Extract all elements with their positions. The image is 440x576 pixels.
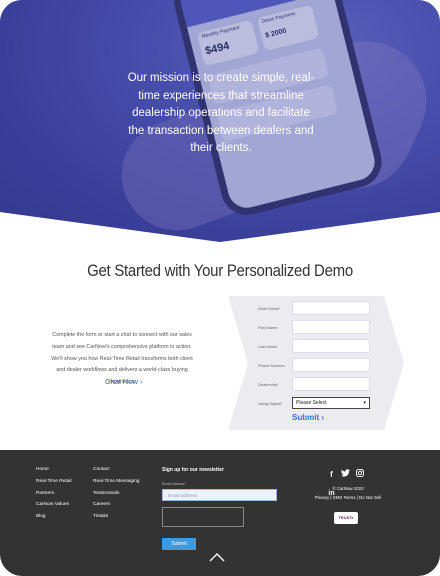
chat-now-link[interactable]: Chat Now ›	[105, 377, 143, 386]
chevron-down-icon: ▾	[363, 400, 366, 406]
hero-banner: Monthly Payment $494 Down Payment $ 2000…	[0, 0, 440, 242]
facebook-icon[interactable]: f	[327, 470, 336, 479]
footer-link-blog[interactable]: Blog	[36, 511, 72, 523]
instagram-icon[interactable]	[356, 469, 365, 478]
first-name-label: First Name	[258, 325, 278, 330]
select-value: Please Select	[296, 400, 327, 406]
footer-nav-col1: Home Real-Time Retail Partners CarNow Va…	[36, 464, 72, 523]
footer-link-home[interactable]: Home	[36, 464, 72, 476]
back-to-top-icon[interactable]	[209, 553, 225, 562]
newsletter-submit-button[interactable]: Submit	[162, 538, 196, 550]
page: Monthly Payment $494 Down Payment $ 2000…	[0, 0, 440, 576]
footer-link-contact[interactable]: Contact	[93, 464, 139, 476]
newsletter-email-input[interactable]: Email address	[162, 489, 277, 501]
using-digital-label: Using Digital*	[258, 401, 283, 406]
footer-link-careers[interactable]: Careers	[93, 499, 139, 511]
last-name-label: Last Name	[258, 344, 278, 349]
work-email-label: Work Email*	[258, 306, 280, 311]
copyright: © CarNow 2022	[332, 486, 364, 491]
footer-nav-col2: Contact Real-Time Messaging Testimonials…	[93, 464, 139, 523]
mission-statement: Our mission is to create simple, real-ti…	[127, 72, 315, 154]
newsletter-captcha-box[interactable]	[162, 507, 244, 527]
phone-number-input[interactable]	[292, 358, 370, 372]
phone-number-label: Phone Number	[258, 363, 285, 368]
footer-link-real-time-retail[interactable]: Real-Time Retail	[36, 476, 72, 488]
demo-title: Get Started with Your Personalized Demo	[87, 261, 353, 280]
newsletter-title: Sign up for our newsletter	[162, 467, 224, 473]
footer-link-partners[interactable]: Partners	[36, 488, 72, 500]
twitter-icon[interactable]	[341, 469, 351, 478]
footer-link-real-time-messaging[interactable]: Real-Time Messaging	[93, 476, 139, 488]
newsletter-email-label: Email Address*	[162, 482, 186, 486]
demo-submit-button[interactable]: Submit ›	[292, 413, 324, 422]
work-email-input[interactable]	[292, 301, 370, 315]
footer-link-carnow-values[interactable]: CarNow Values	[36, 499, 72, 511]
first-name-input[interactable]	[292, 320, 370, 334]
footer-link-testimonials[interactable]: Testimonials	[93, 488, 139, 500]
footer-link-tintaks[interactable]: Tintaks	[93, 511, 139, 523]
last-name-input[interactable]	[292, 339, 370, 353]
truste-badge[interactable]: TRUSTe	[334, 512, 358, 524]
social-links: f in	[327, 464, 369, 497]
dealership-label: Dealership*	[258, 382, 279, 387]
legal-links[interactable]: Privacy | SMS Terms | Do Not Sell	[300, 495, 396, 500]
dealership-input[interactable]	[292, 377, 370, 391]
using-digital-select[interactable]: Please Select ▾	[292, 397, 370, 409]
